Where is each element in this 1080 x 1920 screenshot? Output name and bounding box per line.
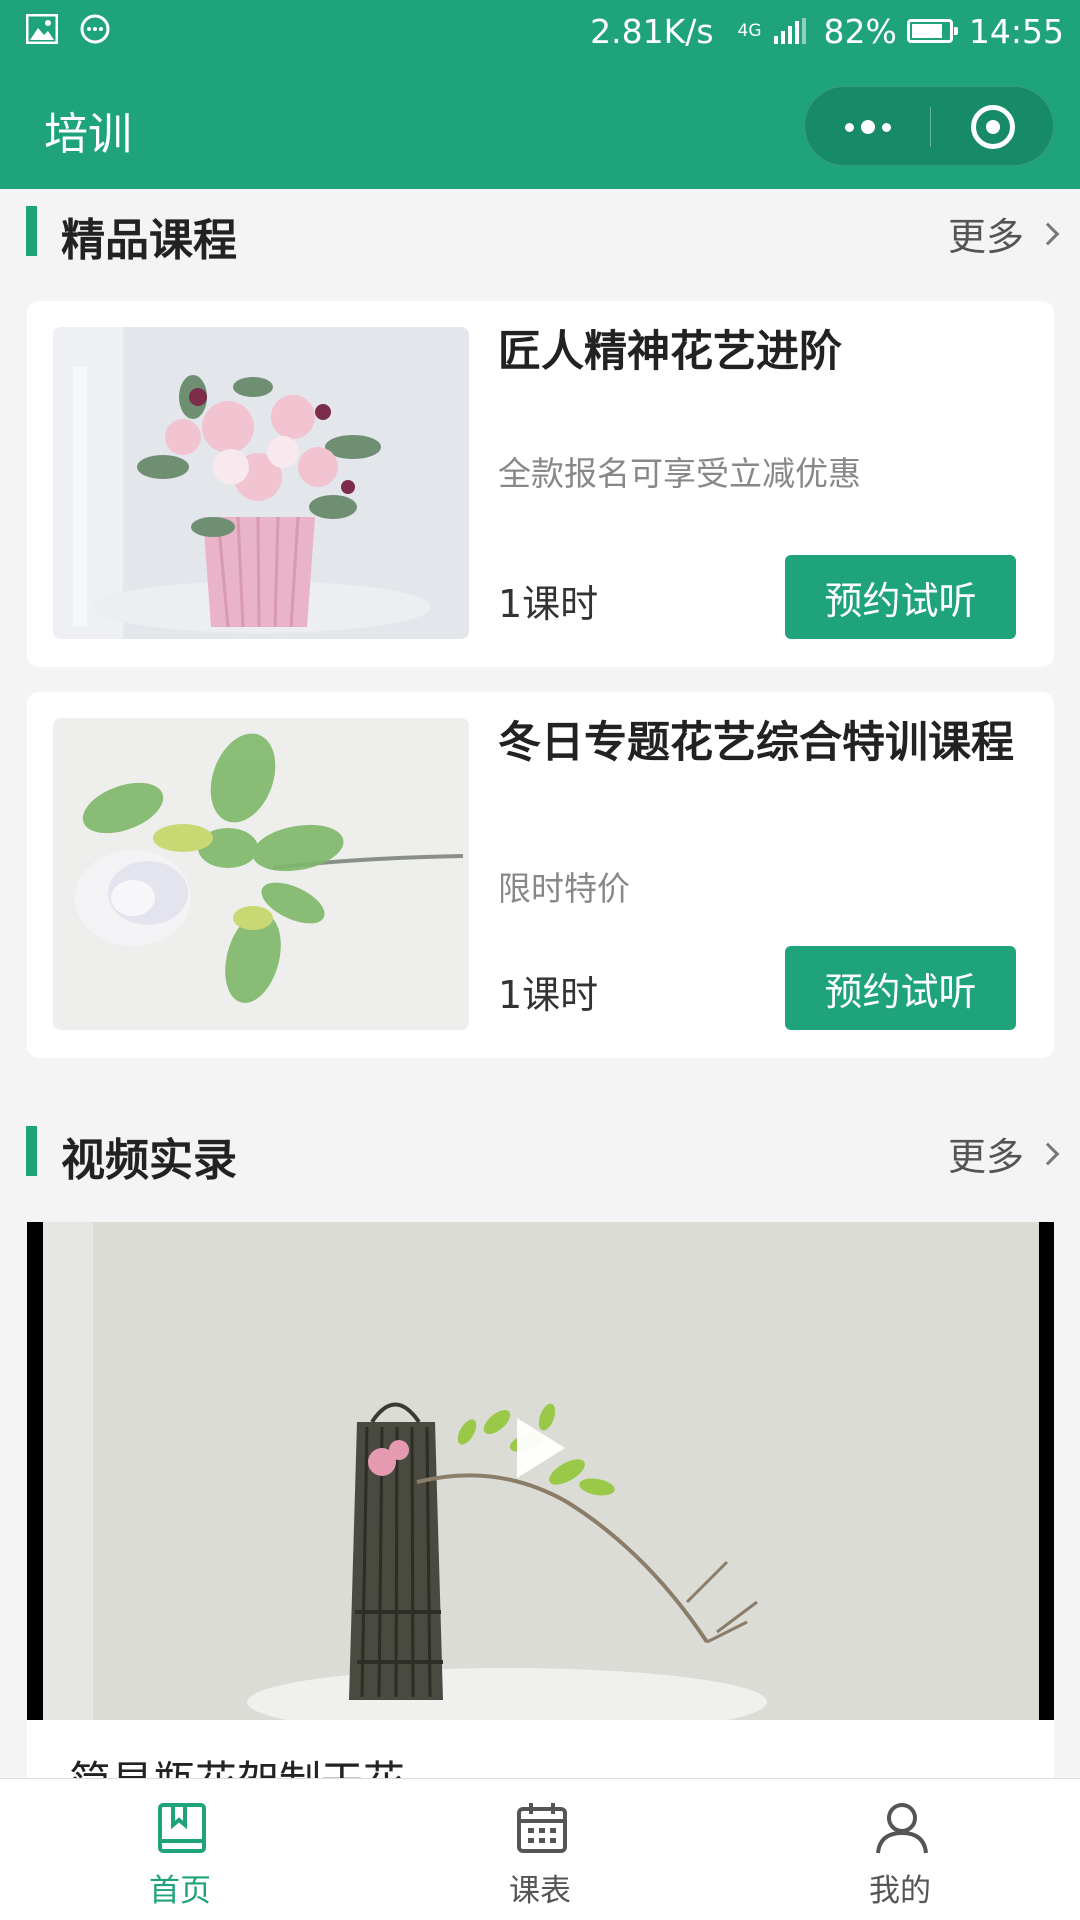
course-title: 匠人精神花艺进阶 (498, 327, 842, 377)
course-hours: 1课时 (498, 973, 599, 1017)
tab-label-profile: 我的 (869, 1873, 931, 1909)
chevron-right-icon (1036, 1142, 1060, 1165)
course-hours: 1课时 (498, 582, 599, 626)
more-label: 更多 (947, 1135, 1024, 1179)
course-thumbnail (53, 718, 469, 1030)
nav-bar: 培训 (0, 62, 1080, 189)
course-subtitle: 限时特价 (498, 869, 630, 908)
user-icon (876, 1803, 928, 1854)
signal-icon (773, 18, 806, 44)
page-title: 培训 (44, 109, 132, 160)
calendar-icon (517, 1803, 567, 1853)
videos-more-link[interactable]: 更多 (947, 1126, 1060, 1181)
section-header-videos: 视频实录 更多 (0, 1120, 1080, 1186)
tab-schedule[interactable]: 课表 (360, 1779, 720, 1920)
book-trial-button[interactable]: 预约试听 (785, 555, 1016, 639)
tab-label-schedule: 课表 (509, 1873, 571, 1909)
close-miniprogram-button[interactable] (931, 87, 1055, 167)
book-trial-button[interactable]: 预约试听 (785, 946, 1016, 1030)
tab-profile[interactable]: 我的 (720, 1779, 1080, 1920)
course-card[interactable]: 冬日专题花艺综合特训课程 限时特价 1课时 预约试听 (27, 692, 1054, 1058)
network-speed: 2.81K/s (590, 11, 714, 51)
play-icon[interactable] (517, 1418, 565, 1478)
more-label: 更多 (947, 215, 1024, 259)
section-accent-bar (26, 1126, 37, 1176)
chevron-right-icon (1036, 222, 1060, 245)
section-header-courses: 精品课程 更多 (0, 200, 1080, 266)
more-menu-button[interactable] (805, 87, 930, 167)
section-title: 视频实录 (61, 1135, 237, 1186)
course-card[interactable]: 匠人精神花艺进阶 全款报名可享受立减优惠 1课时 预约试听 (27, 301, 1054, 667)
battery-icon (906, 19, 958, 43)
section-title: 精品课程 (61, 215, 237, 266)
tab-home[interactable]: 首页 (0, 1779, 360, 1920)
miniprogram-capsule (804, 86, 1054, 166)
image-notification-icon (26, 14, 58, 44)
status-bar: 2.81K/s 4G 82% 14:55 (0, 0, 1080, 62)
book-icon (158, 1803, 206, 1853)
section-accent-bar (26, 206, 37, 256)
course-subtitle: 全款报名可享受立减优惠 (498, 454, 861, 493)
course-thumbnail (53, 327, 469, 639)
clock: 14:55 (968, 11, 1064, 51)
tab-bar: 首页 课表 我的 (0, 1778, 1080, 1920)
message-notification-icon (80, 14, 110, 44)
video-card[interactable]: 简易瓶花架制干花 (27, 1222, 1054, 1806)
network-type: 4G (737, 21, 762, 41)
battery-percent: 82% (823, 11, 897, 51)
tab-label-home: 首页 (149, 1873, 211, 1909)
target-icon (971, 105, 1015, 149)
course-title: 冬日专题花艺综合特训课程 (498, 718, 1014, 768)
courses-more-link[interactable]: 更多 (947, 206, 1060, 261)
video-player[interactable] (27, 1222, 1054, 1720)
